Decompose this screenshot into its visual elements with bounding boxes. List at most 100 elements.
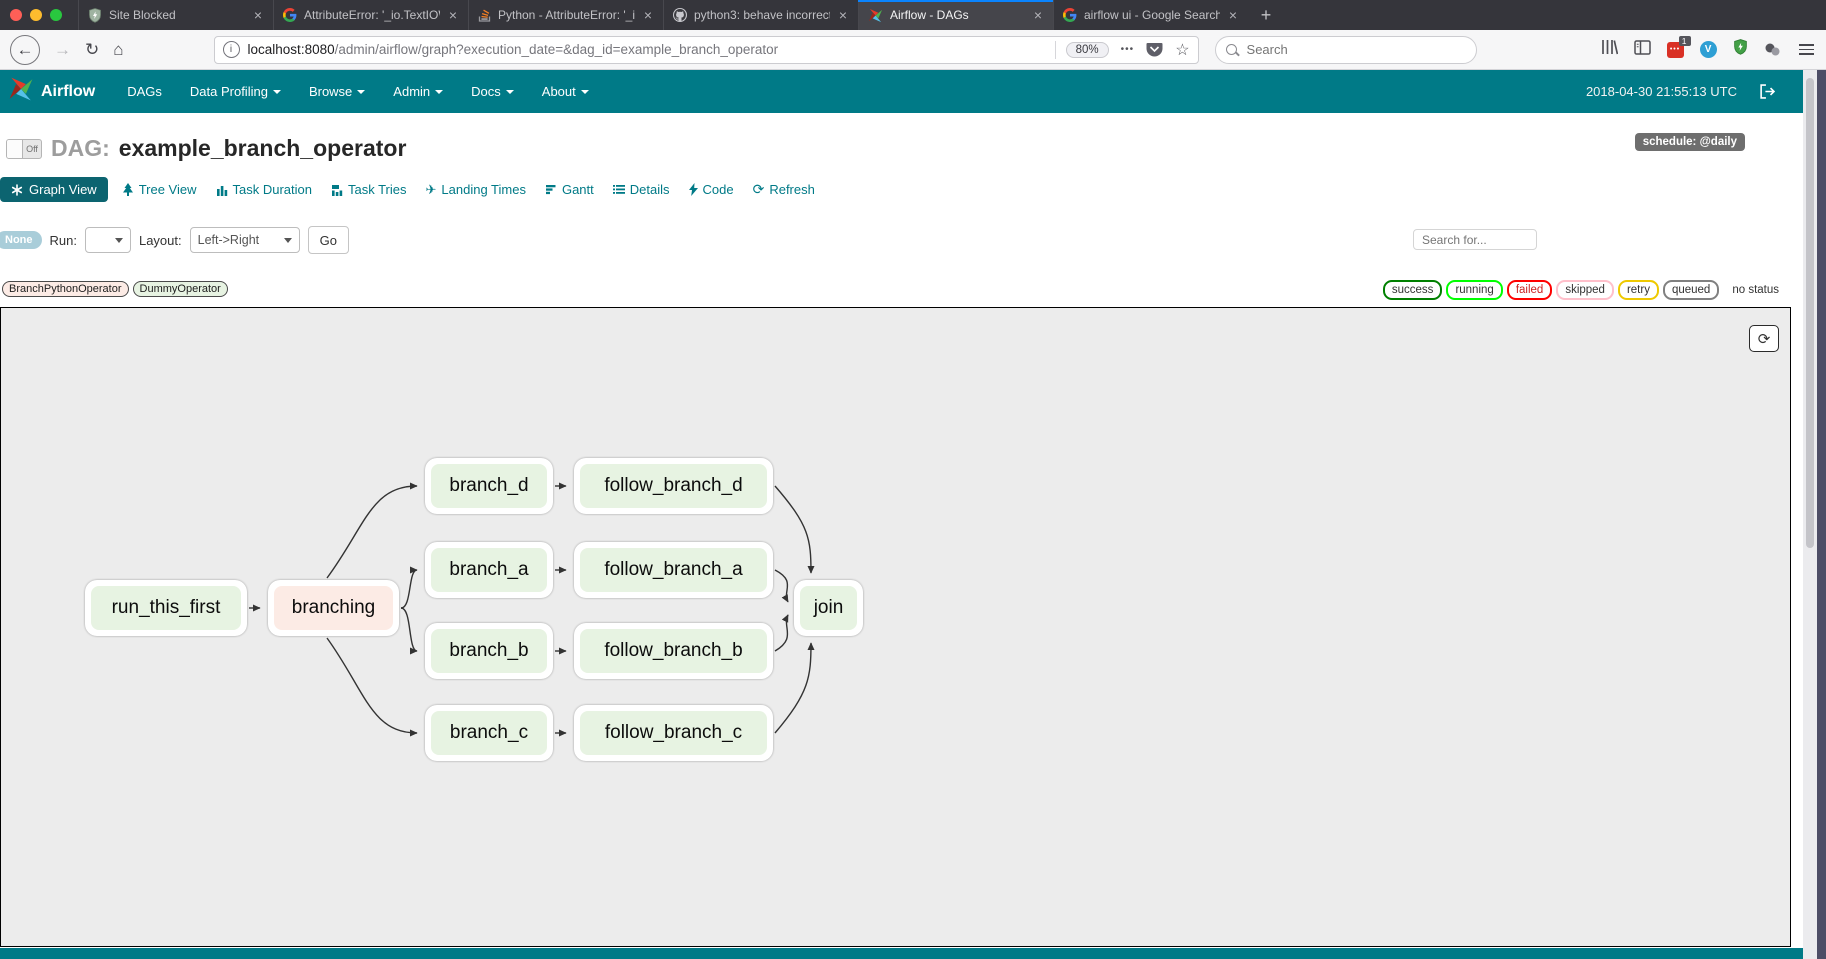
dag-node-branch_b[interactable]: branch_b xyxy=(425,623,553,679)
reload-button[interactable]: ↻ xyxy=(85,41,99,58)
view-tab-landing-times[interactable]: ✈Landing Times xyxy=(426,182,526,198)
tab-close-icon[interactable]: × xyxy=(837,7,849,23)
dag-node-label: follow_branch_b xyxy=(580,629,767,673)
dag-node-branching[interactable]: branching xyxy=(268,580,399,636)
zoom-window-button[interactable] xyxy=(50,9,62,21)
view-tab-gantt[interactable]: Gantt xyxy=(545,182,594,197)
new-tab-button[interactable]: + xyxy=(1248,0,1284,30)
forward-button[interactable]: → xyxy=(54,41,71,58)
dag-node-branch_c[interactable]: branch_c xyxy=(425,705,553,761)
library-icon[interactable] xyxy=(1601,39,1618,60)
navbar-item-admin[interactable]: Admin xyxy=(379,70,457,113)
site-info-icon[interactable]: i xyxy=(223,41,240,58)
layout-select[interactable]: Left->Right xyxy=(190,227,300,253)
adblock-shield-icon[interactable] xyxy=(1733,39,1748,60)
cookies-extension-icon[interactable] xyxy=(1764,42,1781,57)
v-extension-icon[interactable]: V xyxy=(1700,41,1717,58)
navbar-item-label: About xyxy=(542,84,576,99)
page-scrollbar[interactable] xyxy=(1803,70,1817,959)
password-extension-icon[interactable]: •••1 xyxy=(1667,42,1684,58)
plane-icon: ✈ xyxy=(426,182,437,198)
dag-edge-follow_branch_d-to-join xyxy=(775,486,811,573)
view-tab-label: Details xyxy=(630,182,670,197)
zoom-level-badge[interactable]: 80% xyxy=(1066,42,1109,58)
dag-node-follow_branch_d[interactable]: follow_branch_d xyxy=(574,458,773,514)
view-tab-details[interactable]: Details xyxy=(613,182,670,197)
pocket-icon[interactable] xyxy=(1146,42,1163,57)
browser-tab[interactable]: Python - AttributeError: '_io.Te× xyxy=(468,0,663,30)
google-icon xyxy=(283,8,297,22)
run-label: Run: xyxy=(50,233,77,248)
navbar-item-data-profiling[interactable]: Data Profiling xyxy=(176,70,295,113)
tab-close-icon[interactable]: × xyxy=(447,7,459,23)
minimize-window-button[interactable] xyxy=(30,9,42,21)
dag-edge-branching-to-branch_b xyxy=(401,608,417,651)
sidebar-icon[interactable] xyxy=(1634,40,1651,60)
logout-icon[interactable] xyxy=(1759,84,1775,99)
dag-node-follow_branch_a[interactable]: follow_branch_a xyxy=(574,542,773,598)
dag-node-label: follow_branch_a xyxy=(580,548,767,592)
schedule-badge: schedule: @daily xyxy=(1635,133,1745,151)
dag-node-label: branch_c xyxy=(431,711,547,755)
task-search-input[interactable] xyxy=(1420,232,1530,248)
operator-legend-pill: BranchPythonOperator xyxy=(2,281,129,297)
shield-icon xyxy=(88,8,102,23)
airflow-brand[interactable]: Airflow xyxy=(8,76,95,107)
tab-close-icon[interactable]: × xyxy=(642,7,654,23)
dag-edge-follow_branch_b-to-join xyxy=(775,615,788,651)
navbar-item-browse[interactable]: Browse xyxy=(295,70,379,113)
browser-tab[interactable]: Site Blocked× xyxy=(78,0,273,30)
view-tab-graph-view[interactable]: Graph View xyxy=(0,177,108,202)
browser-tabs: Site Blocked×AttributeError: '_io.TextIO… xyxy=(78,0,1248,30)
view-tab-code[interactable]: Code xyxy=(689,182,734,197)
bookmark-star-icon[interactable]: ☆ xyxy=(1175,40,1189,60)
gantt-icon xyxy=(545,184,557,195)
search-input[interactable] xyxy=(1245,41,1466,58)
github-icon xyxy=(673,8,687,22)
dag-node-follow_branch_b[interactable]: follow_branch_b xyxy=(574,623,773,679)
view-tab-task-duration[interactable]: Task Duration xyxy=(216,182,312,197)
view-tab-label: Tree View xyxy=(139,182,197,197)
dag-pause-toggle[interactable]: Off xyxy=(6,139,42,159)
home-button[interactable]: ⌂ xyxy=(113,41,123,58)
chevron-down-icon xyxy=(357,90,365,94)
dag-node-follow_branch_c[interactable]: follow_branch_c xyxy=(574,705,773,761)
scrollbar-thumb[interactable] xyxy=(1806,78,1814,548)
browser-tab[interactable]: Airflow - DAGs× xyxy=(858,0,1053,30)
page-actions-icon[interactable]: ••• xyxy=(1121,44,1135,55)
navbar-item-docs[interactable]: Docs xyxy=(457,70,528,113)
browser-tab[interactable]: airflow ui - Google Search× xyxy=(1053,0,1248,30)
dag-node-branch_a[interactable]: branch_a xyxy=(425,542,553,598)
search-bar[interactable] xyxy=(1215,36,1477,64)
menu-hamburger-icon[interactable] xyxy=(1799,44,1814,55)
back-button[interactable]: ← xyxy=(10,35,40,65)
chevron-down-icon xyxy=(506,90,514,94)
google-icon xyxy=(1063,8,1077,22)
browser-tab[interactable]: AttributeError: '_io.TextIOWrapp× xyxy=(273,0,468,30)
dag-edge-branching-to-branch_d xyxy=(327,486,417,578)
navbar-item-dags[interactable]: DAGs xyxy=(113,70,176,113)
run-filter-badge: None xyxy=(0,231,42,249)
task-search-box[interactable] xyxy=(1413,229,1537,250)
tab-close-icon[interactable]: × xyxy=(1032,7,1044,23)
view-tab-label: Task Tries xyxy=(348,182,407,197)
run-select[interactable] xyxy=(85,227,131,253)
dag-node-run_this_first[interactable]: run_this_first xyxy=(85,580,247,636)
view-tab-label: Graph View xyxy=(29,182,97,197)
browser-tab[interactable]: python3: behave incorrectly m× xyxy=(663,0,858,30)
tab-close-icon[interactable]: × xyxy=(252,7,264,23)
url-bar[interactable]: i localhost:8080/admin/airflow/graph?exe… xyxy=(214,36,1199,64)
close-window-button[interactable] xyxy=(10,9,22,21)
navbar-item-about[interactable]: About xyxy=(528,70,603,113)
dag-node-branch_d[interactable]: branch_d xyxy=(425,458,553,514)
view-tab-refresh[interactable]: ⟳Refresh xyxy=(753,181,815,198)
dag-title-row: Off DAG: example_branch_operator xyxy=(6,135,406,162)
tab-close-icon[interactable]: × xyxy=(1227,7,1239,23)
navbar-item-label: DAGs xyxy=(127,84,162,99)
dag-node-join[interactable]: join xyxy=(794,580,863,636)
go-button[interactable]: Go xyxy=(308,226,349,254)
status-legend-skipped: skipped xyxy=(1556,280,1614,300)
view-tab-task-tries[interactable]: Task Tries xyxy=(331,182,407,197)
view-tab-tree-view[interactable]: Tree View xyxy=(122,182,197,197)
graph-refresh-button[interactable]: ⟳ xyxy=(1749,325,1779,352)
